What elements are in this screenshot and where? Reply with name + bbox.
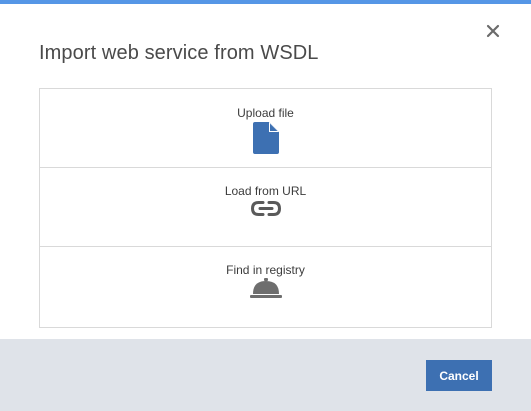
find-in-registry-option[interactable]: Find in registry (40, 247, 491, 327)
close-button[interactable] (482, 20, 504, 42)
load-from-url-label: Load from URL (224, 184, 307, 198)
dialog-footer: Cancel (0, 339, 531, 411)
load-from-url-option[interactable]: Load from URL (40, 168, 491, 247)
import-wsdl-dialog: Import web service from WSDL Upload file… (0, 0, 531, 411)
file-icon (253, 122, 279, 154)
cancel-button[interactable]: Cancel (426, 360, 492, 391)
dialog-accent-bar (0, 0, 531, 4)
dialog-title: Import web service from WSDL (39, 42, 319, 64)
upload-file-option[interactable]: Upload file (40, 89, 491, 168)
service-bell-icon (250, 278, 282, 298)
upload-file-label: Upload file (237, 106, 294, 120)
close-icon (486, 24, 500, 38)
import-options-list: Upload file Load from URL Find in regist… (39, 88, 492, 328)
link-icon (250, 201, 282, 216)
find-in-registry-label: Find in registry (226, 263, 305, 277)
